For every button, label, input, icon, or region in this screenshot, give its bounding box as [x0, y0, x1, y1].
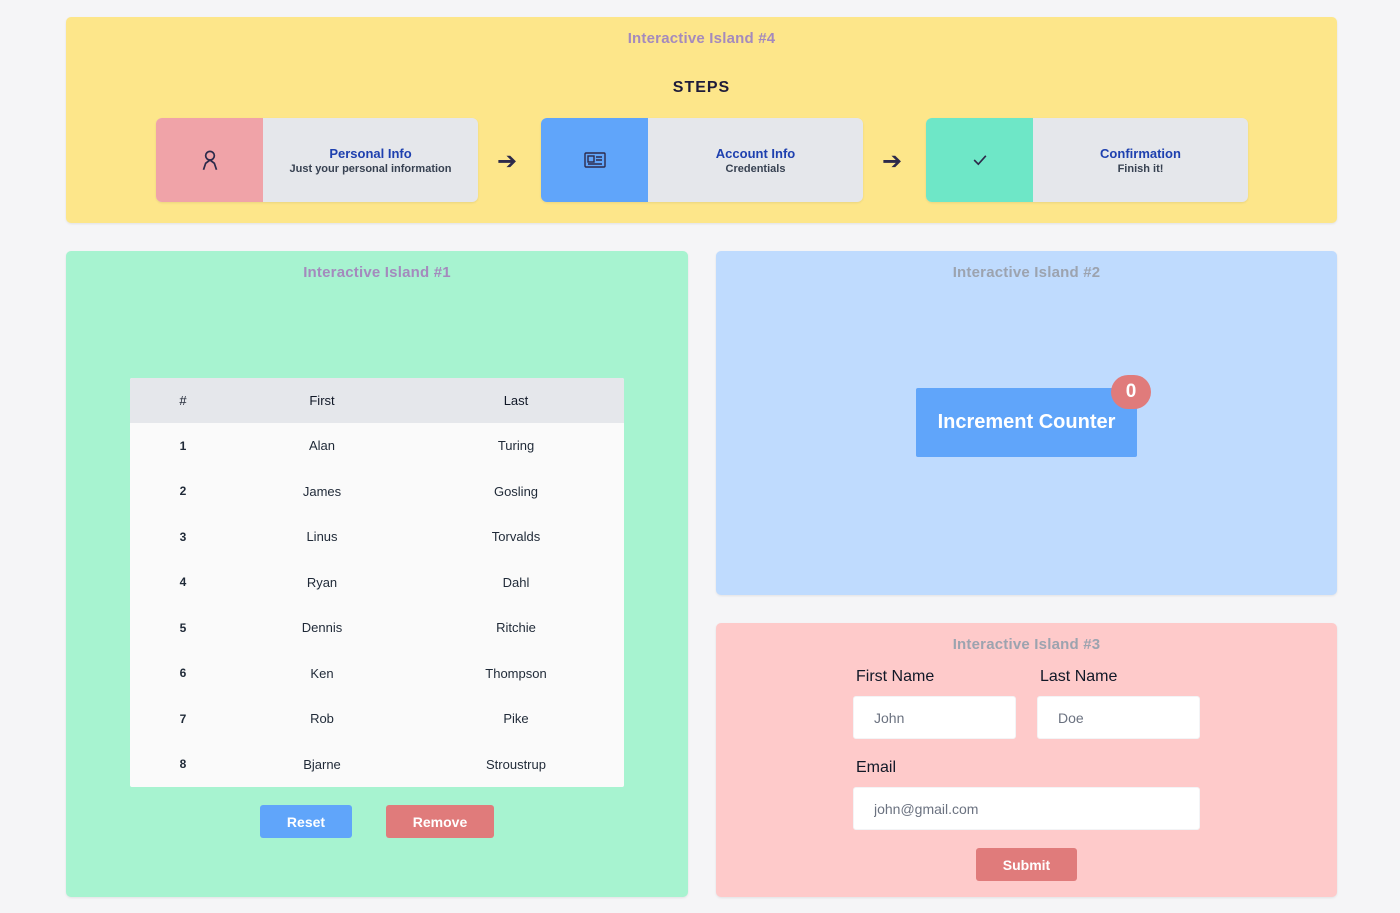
cell-last: Gosling [493, 483, 539, 499]
check-icon [926, 118, 1033, 202]
cell-number: 3 [179, 529, 187, 544]
table-row[interactable]: 5 Dennis Ritchie [130, 605, 624, 651]
step-account-info[interactable]: Account Info Credentials [541, 118, 863, 202]
cell-first: Ken [310, 665, 334, 681]
island-title: Interactive Island #4 [627, 30, 776, 47]
island-2: Interactive Island #2 Increment Counter … [716, 251, 1337, 595]
table-header-row: # First Last [130, 378, 624, 423]
cell-first: Bjarne [303, 756, 341, 772]
cell-number: 1 [179, 438, 187, 453]
submit-button[interactable]: Submit [976, 848, 1077, 881]
increment-counter-button[interactable]: Increment Counter [916, 388, 1137, 457]
email-label: Email [856, 759, 897, 776]
id-card-icon [541, 118, 648, 202]
cell-last: Pike [503, 711, 529, 727]
island-title: Interactive Island #3 [952, 636, 1101, 653]
cell-number: 6 [179, 666, 187, 681]
remove-button[interactable]: Remove [386, 805, 494, 838]
last-name-input[interactable] [1037, 696, 1200, 739]
step-confirmation[interactable]: Confirmation Finish it! [926, 118, 1248, 202]
table-row[interactable]: 4 Ryan Dahl [130, 560, 624, 606]
arrow-right-icon: ➔ [882, 148, 903, 175]
steps-heading: STEPS [672, 79, 731, 96]
cell-first: James [302, 483, 342, 499]
email-input[interactable] [853, 787, 1200, 830]
cell-number: 2 [179, 484, 187, 499]
step-title: Confirmation [1100, 145, 1181, 161]
cell-number: 5 [179, 620, 187, 635]
reset-button[interactable]: Reset [260, 805, 352, 838]
column-header-number: # [130, 378, 236, 423]
island-1: Interactive Island #1 # First Last 1 Alan… [66, 251, 688, 897]
step-personal-info[interactable]: Personal Info Just your personal informa… [156, 118, 478, 202]
cell-first: Linus [306, 529, 338, 545]
cell-first: Alan [308, 438, 336, 454]
cell-first: Rob [310, 711, 334, 727]
column-header-first: First [236, 378, 408, 423]
step-subtitle: Just your personal information [289, 162, 452, 175]
cell-last: Stroustrup [486, 756, 546, 772]
step-subtitle: Finish it! [1117, 162, 1164, 175]
cell-last: Dahl [502, 574, 530, 590]
table-row[interactable]: 3 Linus Torvalds [130, 514, 624, 560]
step-subtitle: Credentials [725, 162, 786, 175]
table-row[interactable]: 6 Ken Thompson [130, 651, 624, 697]
column-header-last: Last [408, 378, 624, 423]
cell-first: Dennis [301, 620, 343, 636]
cell-number: 4 [179, 575, 187, 590]
table-row[interactable]: 1 Alan Turing [130, 423, 624, 469]
table-row[interactable]: 2 James Gosling [130, 469, 624, 515]
first-name-label: First Name [856, 668, 935, 685]
last-name-label: Last Name [1040, 668, 1118, 685]
arrow-right-icon: ➔ [497, 148, 518, 175]
cell-number: 8 [179, 757, 187, 772]
step-title: Account Info [715, 145, 796, 161]
island-4: Interactive Island #4 STEPS Personal Inf… [66, 17, 1337, 223]
user-icon [156, 118, 263, 202]
cell-last: Thompson [485, 665, 547, 681]
cell-last: Turing [497, 438, 535, 454]
island-3: Interactive Island #3 First Name Last Na… [716, 623, 1337, 897]
counter-badge: 0 [1111, 375, 1151, 409]
cell-number: 7 [179, 711, 187, 726]
cell-first: Ryan [306, 574, 338, 590]
cell-last: Torvalds [491, 529, 541, 545]
table-row[interactable]: 7 Rob Pike [130, 696, 624, 742]
step-title: Personal Info [329, 145, 412, 161]
people-table: # First Last 1 Alan Turing 2 James Gosling 3… [130, 378, 624, 787]
table-row[interactable]: 8 Bjarne Stroustrup [130, 742, 624, 788]
first-name-input[interactable] [853, 696, 1016, 739]
cell-last: Ritchie [496, 620, 536, 636]
island-title: Interactive Island #1 [303, 264, 451, 281]
island-title: Interactive Island #2 [952, 264, 1101, 281]
